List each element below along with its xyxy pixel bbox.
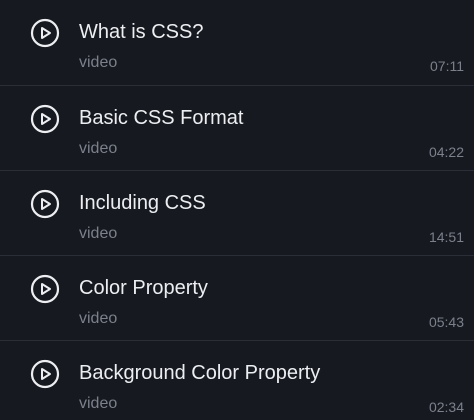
lesson-title[interactable]: Background Color Property	[79, 360, 320, 386]
lesson-type: video	[79, 395, 118, 412]
lesson-item[interactable]: Basic CSS Format video 04:22	[0, 86, 474, 171]
lesson-type: video	[79, 140, 118, 157]
lesson-list: What is CSS? video 07:11 Basic CSS Forma…	[0, 0, 474, 420]
lesson-duration: 14:51	[428, 229, 464, 245]
lesson-title[interactable]: Color Property	[79, 275, 208, 301]
play-circle-icon[interactable]	[29, 17, 61, 49]
lesson-item[interactable]: Background Color Property video 02:34	[0, 341, 474, 420]
lesson-type: video	[79, 310, 118, 327]
play-circle-icon[interactable]	[29, 103, 61, 135]
lesson-title[interactable]: What is CSS?	[79, 19, 203, 45]
lesson-title[interactable]: Including CSS	[79, 190, 206, 216]
play-circle-icon[interactable]	[29, 273, 61, 305]
lesson-item[interactable]: Color Property video 05:43	[0, 256, 474, 341]
play-circle-icon[interactable]	[29, 358, 61, 390]
lesson-duration: 02:34	[428, 399, 464, 415]
lesson-title[interactable]: Basic CSS Format	[79, 105, 243, 131]
play-circle-icon[interactable]	[29, 188, 61, 220]
lesson-type: video	[79, 54, 118, 71]
lesson-item[interactable]: Including CSS video 14:51	[0, 171, 474, 256]
lesson-duration: 05:43	[428, 314, 464, 330]
lesson-duration: 04:22	[428, 144, 464, 160]
lesson-type: video	[79, 225, 118, 242]
lesson-item[interactable]: What is CSS? video 07:11	[0, 0, 474, 86]
lesson-duration: 07:11	[430, 58, 464, 74]
